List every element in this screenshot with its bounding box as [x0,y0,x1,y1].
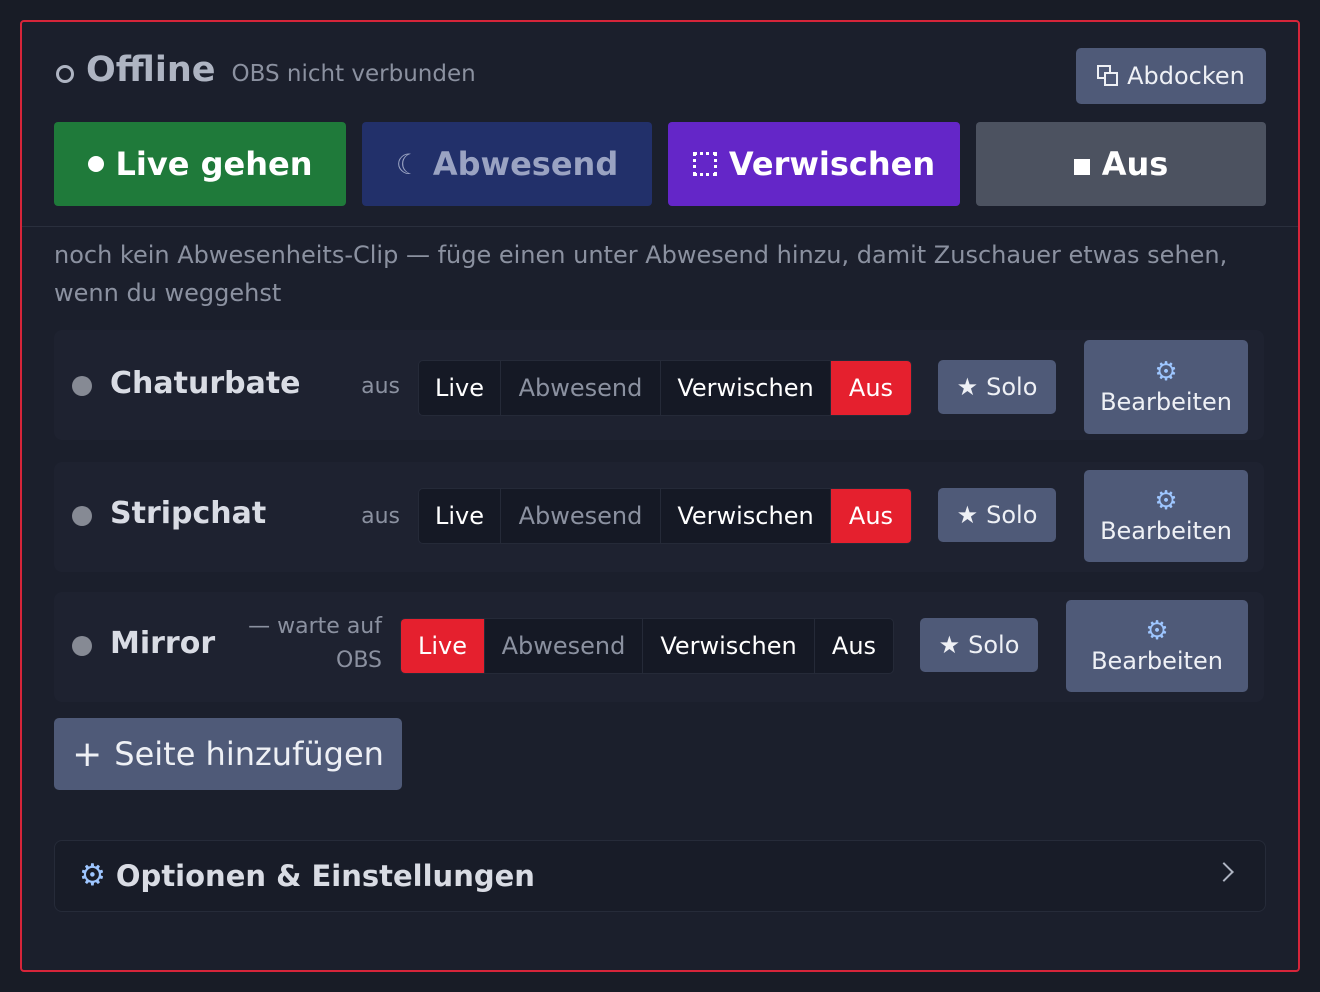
undock-button[interactable]: Abdocken [1076,48,1266,104]
edit-label: Bearbeiten [1100,388,1232,416]
segment-away[interactable]: Abwesend [485,619,643,673]
gear-icon: ⚙ [1145,616,1169,646]
source-name: Chaturbate [110,366,301,401]
solo-button[interactable]: ★ Solo [938,360,1056,414]
stop-icon [1073,159,1090,175]
chevron-right-icon [1214,862,1234,882]
source-state: aus [361,374,400,399]
blur-label: Verwischen [728,145,936,183]
dot-icon [87,156,104,172]
add-page-label: Seite hinzufügen [114,735,384,773]
source-row-chaturbate: Chaturbate aus Live Abwesend Verwischen … [54,330,1264,440]
source-status-dot [72,636,92,656]
segment-away[interactable]: Abwesend [501,361,661,415]
segment-live[interactable]: Live [419,361,501,415]
source-row-stripchat: Stripchat aus Live Abwesend Verwischen A… [54,462,1264,572]
segment-blur[interactable]: Verwischen [643,619,815,673]
edit-button[interactable]: ⚙ Bearbeiten [1066,600,1248,692]
segment-blur[interactable]: Verwischen [661,361,831,415]
blur-icon [692,152,717,176]
away-button[interactable]: ☾ Abwesend [362,122,652,206]
segment-blur[interactable]: Verwischen [661,489,831,543]
source-state: aus [361,504,400,529]
offline-ring-icon [56,65,74,83]
source-state: — warte auf OBS [244,610,382,678]
options-settings-toggle[interactable]: ⚙ Optionen & Einstellungen [54,840,1266,912]
segment-live[interactable]: Live [401,619,485,673]
options-label: Optionen & Einstellungen [115,859,535,893]
connection-status: Offline OBS nicht verbunden [56,50,476,98]
source-name: Mirror [110,626,216,661]
source-state-line: OBS [336,648,382,673]
source-mode-selector: Live Abwesend Verwischen Aus [418,360,912,416]
source-name: Stripchat [110,496,267,531]
source-mode-selector: Live Abwesend Verwischen Aus [418,488,912,544]
source-status-dot [72,506,92,526]
undock-icon [1097,65,1119,87]
source-mode-selector: Live Abwesend Verwischen Aus [400,618,894,674]
segment-away[interactable]: Abwesend [501,489,661,543]
plus-icon: + [72,733,103,775]
divider [22,226,1298,227]
solo-label: Solo [986,501,1038,529]
away-label: Abwesend [432,145,619,183]
edit-button[interactable]: ⚙ Bearbeiten [1084,470,1248,562]
edit-label: Bearbeiten [1091,647,1223,675]
star-icon: ★ [956,501,979,529]
undock-label: Abdocken [1127,62,1245,90]
source-state-line: — warte auf [248,614,382,639]
blur-button[interactable]: Verwischen [668,122,960,206]
off-label: Aus [1101,145,1169,183]
star-icon: ★ [938,631,961,659]
solo-button[interactable]: ★ Solo [920,618,1038,672]
segment-off[interactable]: Aus [831,361,911,415]
solo-button[interactable]: ★ Solo [938,488,1056,542]
source-status-dot [72,376,92,396]
gear-icon: ⚙ [1154,357,1178,387]
edit-button[interactable]: ⚙ Bearbeiten [1084,340,1248,434]
edit-label: Bearbeiten [1100,517,1232,545]
mode-buttons: Live gehen ☾ Abwesend Verwischen Aus [54,122,1266,206]
go-live-label: Live gehen [115,145,313,183]
segment-off[interactable]: Aus [831,489,911,543]
star-icon: ★ [956,373,979,401]
add-page-button[interactable]: + Seite hinzufügen [54,718,402,790]
solo-label: Solo [986,373,1038,401]
segment-off[interactable]: Aus [815,619,893,673]
gear-icon: ⚙ [1154,486,1178,516]
go-live-button[interactable]: Live gehen [54,122,346,206]
away-clip-hint: noch kein Abwesenheits-Clip — füge einen… [54,241,1228,307]
solo-label: Solo [968,631,1020,659]
source-row-mirror: Mirror — warte auf OBS Live Abwesend Ver… [54,592,1264,702]
status-subtitle: OBS nicht verbunden [231,61,476,87]
moon-icon: ☾ [395,147,421,181]
off-button[interactable]: Aus [976,122,1266,206]
status-title: Offline [86,50,216,90]
segment-live[interactable]: Live [419,489,501,543]
control-panel: Offline OBS nicht verbunden Abdocken Liv… [20,20,1300,972]
gear-icon: ⚙ [79,858,106,893]
